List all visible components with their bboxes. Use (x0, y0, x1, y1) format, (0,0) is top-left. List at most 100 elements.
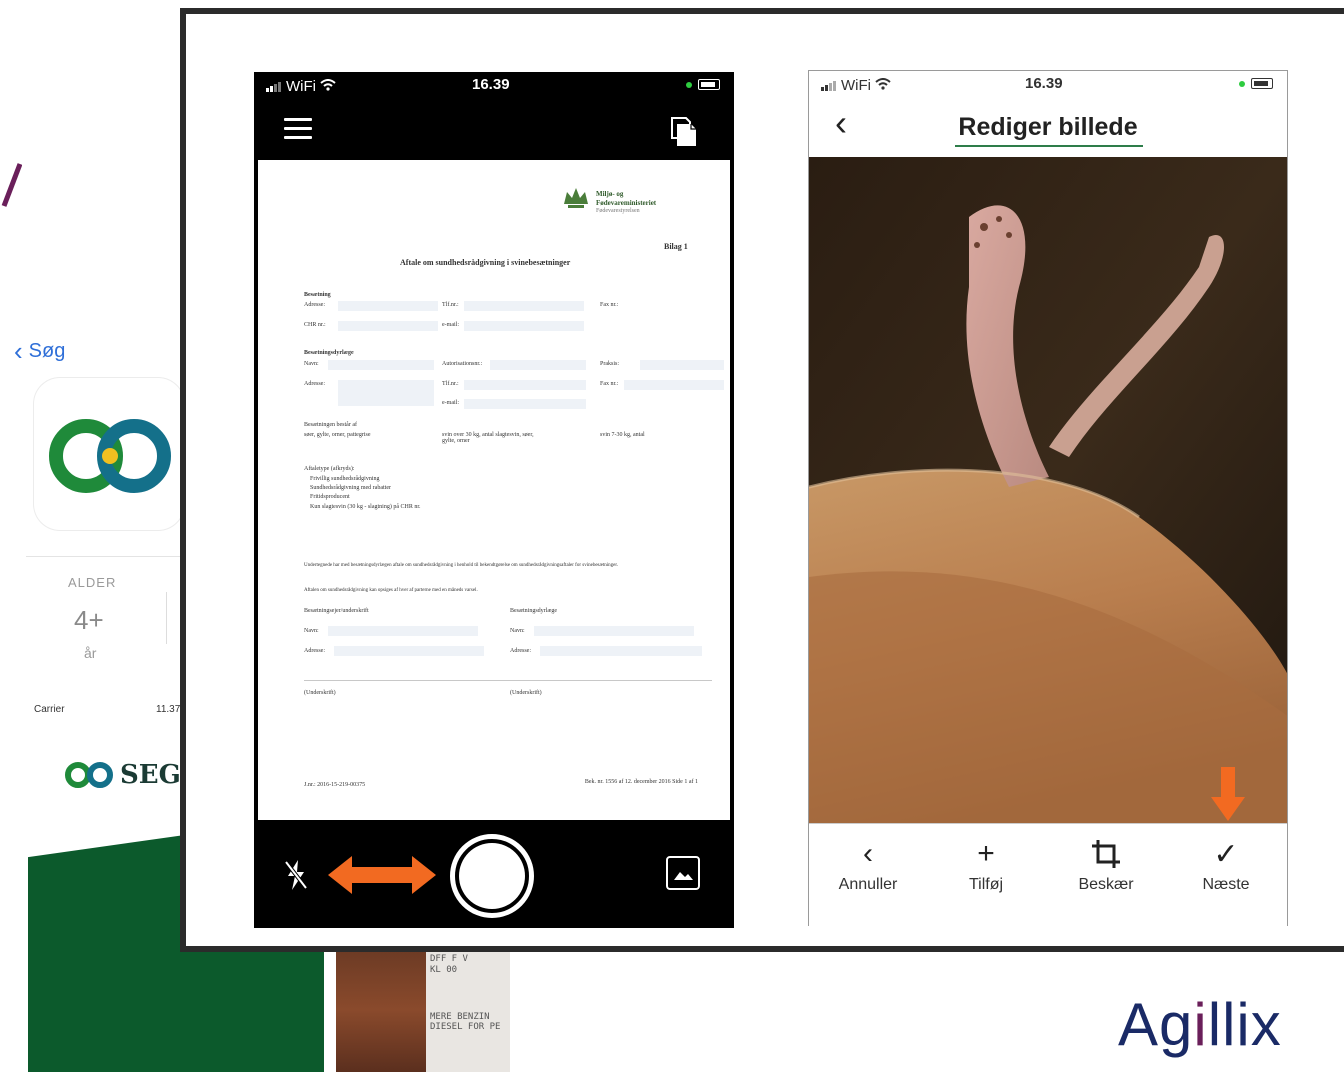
agillix-brand-logo: Agillix (1118, 990, 1282, 1059)
seges-logo-icon (49, 419, 171, 493)
back-label: Søg (28, 339, 66, 362)
network-label: WiFi (841, 77, 871, 94)
field-label: Navn: (304, 361, 319, 367)
scanner-phone-screen: WiFi 16.39 Miljø- og Fødevareministeriet… (254, 72, 734, 928)
title-underline (955, 145, 1143, 147)
agreement-label: Aftaletype (afkryds): (304, 466, 355, 472)
ministry-line: Fødevarestyrelsen (596, 208, 640, 214)
signature-line (304, 680, 712, 681)
herd-option: svin over 30 kg, antal slagtesvin, søer,… (442, 432, 534, 444)
cancel-button[interactable]: ‹ Annuller (813, 836, 923, 894)
brand-dot-letter: i (1193, 991, 1208, 1058)
receipt-line: DFF F V (430, 954, 468, 964)
field-label: Adresse: (304, 381, 325, 387)
seges-mini-logo-icon (65, 762, 113, 788)
divider (166, 592, 167, 644)
editor-header: ‹ Rediger billede (809, 99, 1287, 155)
document-preview[interactable]: Miljø- og Fødevareministeriet Fødevarest… (258, 160, 730, 820)
crop-icon (1051, 836, 1161, 872)
receipt-line: MERE BENZIN (430, 1011, 490, 1022)
status-bar: WiFi 16.39 (809, 71, 1287, 97)
brand-suffix: llix (1207, 991, 1282, 1058)
down-arrow-highlight-icon (1211, 767, 1245, 821)
field-label: e-mail: (442, 322, 459, 328)
app-icon[interactable] (34, 378, 184, 530)
battery-icon (686, 79, 720, 90)
form-field (540, 646, 702, 656)
capture-button[interactable] (450, 834, 534, 918)
form-field (464, 380, 586, 390)
agreement-item: Fritidsproducent (310, 494, 350, 500)
status-time: 16.39 (472, 76, 510, 93)
form-field (624, 380, 724, 390)
crop-label: Beskær (1078, 876, 1134, 893)
chevron-left-icon: ‹ (14, 336, 23, 366)
receipt-photo-thumbnail[interactable]: DFF F V KL 00 MERE BENZIN DIESEL FOR PE (336, 948, 510, 1072)
agreement-item: Sundhedsrådgivning med rabatter (310, 485, 391, 491)
bilag-label: Bilag 1 (664, 242, 688, 251)
field-label: Adresse: (304, 648, 325, 654)
field-label: Navn: (304, 628, 319, 634)
herd-option: svin 7-30 kg, antal (600, 432, 645, 438)
agreement-item: Kun slagtesvin (30 kg - slagtning) på CH… (310, 504, 421, 510)
field-label: Autorisationsnr.: (442, 361, 483, 367)
receipt-image: DFF F V KL 00 MERE BENZIN DIESEL FOR PE (426, 948, 510, 1072)
battery-icon (1239, 78, 1273, 89)
flash-off-icon[interactable] (282, 858, 310, 892)
status-bar: WiFi 16.39 (254, 72, 734, 98)
thumb-time: 11.37 (156, 704, 181, 715)
age-value: 4+ (74, 605, 104, 635)
form-field (464, 301, 584, 311)
hamburger-menu-icon[interactable] (284, 118, 312, 140)
edit-toolbar: ‹ Annuller + Tilføj Beskær ✓ Næste (809, 823, 1287, 927)
wifi-icon (875, 77, 891, 94)
pig-ear-image (809, 157, 1287, 823)
form-field (328, 360, 434, 370)
image-gallery-icon[interactable] (666, 856, 700, 890)
back-to-search-link[interactable]: ‹ Søg (14, 338, 65, 364)
receipt-line: DIESEL FOR PE (430, 1022, 501, 1033)
crop-button[interactable]: Beskær (1051, 836, 1161, 894)
add-label: Tilføj (968, 876, 1004, 893)
field-label: Praksis: (600, 361, 620, 367)
signature-caption: (Underskrift) (510, 690, 542, 696)
signature-label: Besætningsejer/underskrift (304, 608, 369, 614)
receipt-line: KL 00 (430, 964, 458, 975)
footer-reference: J.nr.: 2016-15-219-00375 (304, 782, 366, 788)
signal-icon: WiFi (821, 77, 891, 94)
network-label: WiFi (286, 78, 316, 95)
wifi-icon (320, 78, 336, 95)
editor-phone-screen: WiFi 16.39 ‹ Rediger billede ‹ Annuller … (808, 70, 1288, 927)
capture-toolbar (254, 820, 734, 928)
field-label: Fax nr.: (600, 302, 619, 308)
thumb-logo: SEGE (64, 760, 188, 790)
form-field (334, 646, 484, 656)
field-label: Tlf.nr.: (442, 381, 459, 387)
status-time: 16.39 (1025, 75, 1063, 92)
age-label: ALDER (68, 575, 117, 590)
next-label: Næste (1202, 876, 1250, 893)
brand-prefix: Ag (1118, 991, 1194, 1058)
page-title: Rediger billede (958, 113, 1138, 141)
field-label: e-mail: (442, 400, 459, 406)
herd-label: Besætningen består af (304, 422, 357, 428)
form-field (338, 380, 434, 406)
checkmark-icon: ✓ (1213, 837, 1239, 871)
next-button[interactable]: ✓ Næste (1171, 836, 1281, 894)
divider (26, 556, 184, 557)
cancel-label: Annuller (838, 876, 898, 893)
form-field (338, 321, 438, 331)
ministry-line: Fødevareministeriet (596, 199, 657, 207)
form-field (328, 626, 478, 636)
pig-tail-photo[interactable] (809, 157, 1287, 823)
thumb-carrier: Carrier (34, 704, 65, 715)
document-pages-icon[interactable] (668, 116, 700, 148)
footer-page: Bek. nr. 1556 af 12. december 2016 Side … (584, 779, 698, 785)
form-field (490, 360, 586, 370)
add-button[interactable]: + Tilføj (931, 836, 1041, 894)
plus-icon: + (977, 837, 995, 870)
thumb-logo-name: SEGE (120, 760, 188, 790)
signature-caption: (Underskrift) (304, 690, 336, 696)
form-field (534, 626, 694, 636)
form-field (338, 301, 438, 311)
